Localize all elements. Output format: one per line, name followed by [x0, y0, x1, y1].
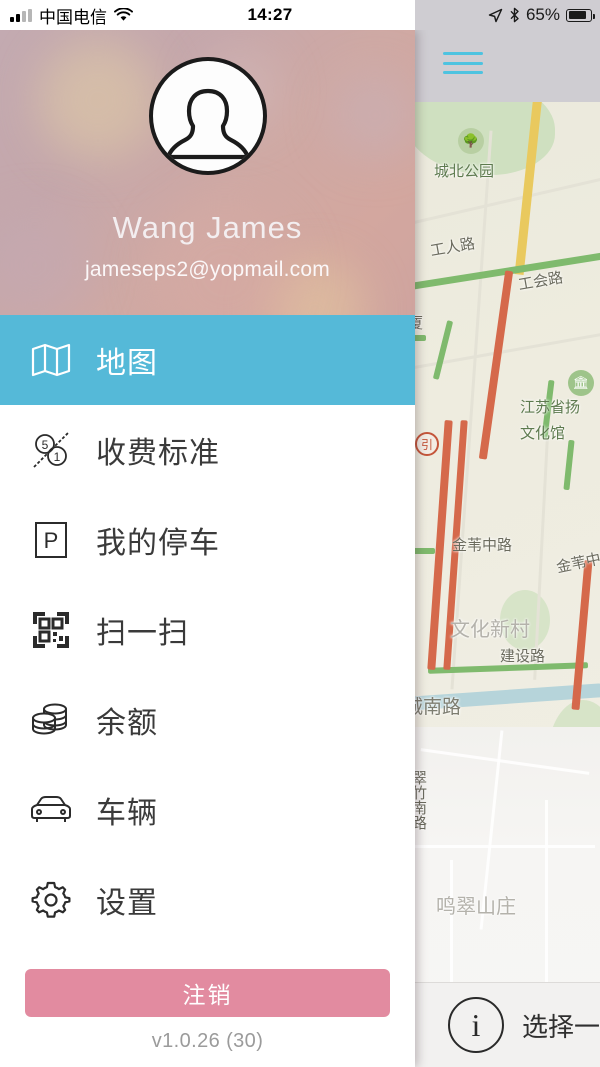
menu-item-map[interactable]: 地图 — [0, 315, 415, 405]
menu-item-label: 地图 — [96, 347, 158, 380]
user-email: jameseps2@yopmail.com — [85, 258, 330, 281]
map-label: 江苏省扬 — [520, 399, 581, 416]
map-street — [415, 845, 595, 848]
coins-rate-icon: 5 1 — [22, 422, 80, 478]
map-street — [545, 800, 548, 990]
location-arrow-icon — [488, 8, 503, 22]
menu-item-balance[interactable]: 余额 — [0, 675, 415, 765]
svg-text:P: P — [44, 528, 59, 553]
drawer-footer: 注销 v1.0.26 (30) — [0, 969, 415, 1067]
app-version: v1.0.26 (30) — [151, 1030, 264, 1052]
bottom-bar-text: 选择一 — [522, 1011, 600, 1042]
menu-item-fee-standard[interactable]: 5 1 收费标准 — [0, 405, 415, 495]
bokeh-light — [38, 40, 158, 160]
bokeh-light — [330, 70, 415, 160]
menu-item-label: 扫一扫 — [96, 617, 189, 650]
avatar[interactable] — [148, 57, 267, 175]
logout-button[interactable]: 注销 — [25, 969, 390, 1017]
menu-item-label: 我的停车 — [96, 527, 220, 560]
map-label: 城北公园 — [434, 163, 495, 180]
map-label: 金苇中路 — [452, 537, 513, 554]
status-bar: 中国电信 14:27 65% — [0, 0, 600, 30]
user-avatar-icon — [165, 88, 250, 160]
parking-p-icon: P — [22, 512, 80, 568]
map-label: 鸣翠山庄 — [436, 896, 516, 918]
map-label: 文化馆 — [520, 425, 566, 442]
status-bar-right: 65% — [488, 5, 595, 25]
drawer-menu: 地图 5 1 收费标准 P 我的停车 扫一扫 余额 车辆 设置 — [0, 315, 415, 969]
navigation-drawer: Wang James jameseps2@yopmail.com 地图 5 1 … — [0, 30, 415, 1067]
menu-item-label: 余额 — [96, 707, 158, 740]
route-shield-icon: 引 — [415, 432, 439, 456]
car-icon — [22, 782, 80, 838]
info-circle-icon[interactable]: i — [448, 997, 504, 1053]
hamburger-line — [443, 71, 483, 74]
status-bar-content: 中国电信 14:27 65% — [0, 0, 600, 30]
museum-icon: 🏛 — [568, 370, 594, 396]
gear-icon — [22, 872, 80, 928]
battery-percent: 65% — [525, 5, 560, 24]
qr-scan-icon — [22, 602, 80, 658]
menu-item-label: 车辆 — [96, 797, 158, 830]
menu-item-vehicle[interactable]: 车辆 — [0, 765, 415, 855]
map-icon — [22, 332, 80, 388]
menu-item-label: 设置 — [96, 887, 158, 920]
map-label: 建设路 — [500, 648, 546, 665]
hamburger-line — [443, 61, 483, 65]
svg-text:1: 1 — [54, 450, 61, 464]
hamburger-menu-icon[interactable] — [443, 48, 483, 78]
menu-item-scan[interactable]: 扫一扫 — [0, 585, 415, 675]
svg-text:5: 5 — [42, 438, 49, 452]
menu-item-label: 收费标准 — [96, 437, 220, 470]
map-label: 文化新村 — [450, 619, 530, 641]
user-name: Wang James — [112, 210, 303, 245]
battery-icon — [566, 8, 595, 22]
hamburger-line — [443, 52, 483, 55]
bluetooth-icon — [510, 7, 519, 23]
coins-stack-icon — [22, 692, 80, 748]
menu-item-my-parking[interactable]: P 我的停车 — [0, 495, 415, 585]
profile-header[interactable]: Wang James jameseps2@yopmail.com — [0, 30, 415, 315]
menu-item-settings[interactable]: 设置 — [0, 855, 415, 945]
park-tree-icon: 🌳 — [458, 128, 484, 154]
